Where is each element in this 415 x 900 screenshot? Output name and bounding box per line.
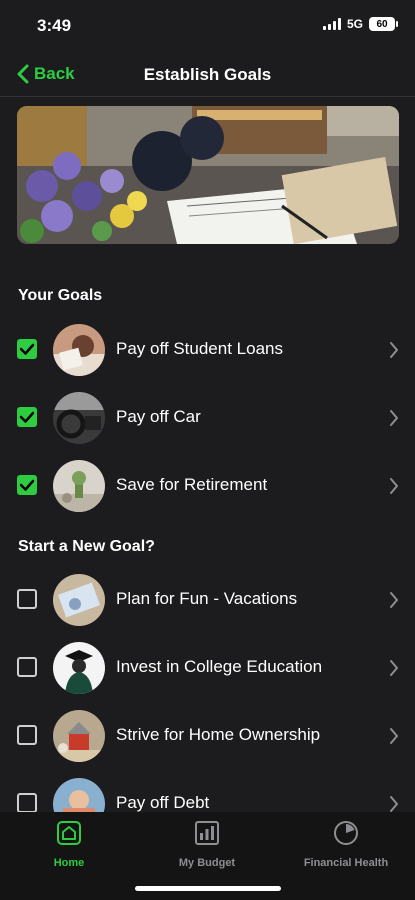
retirement-photo (53, 460, 105, 512)
financial-health-icon (334, 821, 358, 845)
checkbox-checked[interactable] (17, 475, 37, 495)
your-goals-heading: Your Goals (18, 287, 103, 304)
home-indicator[interactable] (135, 886, 281, 891)
home-icon (57, 821, 81, 845)
new-goal-heading: Start a New Goal? (18, 538, 155, 555)
nav-divider (0, 96, 415, 97)
signal-icon (322, 18, 341, 30)
hero-image (17, 106, 399, 244)
chevron-right-icon (390, 410, 398, 426)
goal-row-vacations[interactable]: Plan for Fun - Vacations (0, 570, 415, 630)
tab-label: Home (53, 857, 85, 869)
chevron-right-icon (390, 728, 398, 744)
budget-icon (195, 821, 219, 845)
tab-label: Financial Health (303, 857, 389, 869)
chevron-right-icon (390, 342, 398, 358)
status-time: 3:49 (37, 16, 72, 35)
chevron-right-icon (390, 592, 398, 608)
tab-home[interactable]: Home (0, 820, 138, 869)
checkbox-unchecked[interactable] (17, 725, 37, 745)
goal-row-college[interactable]: Invest in College Education (0, 638, 415, 698)
tab-label: My Budget (178, 857, 236, 869)
vacation-photo (53, 574, 105, 626)
status-bar: 3:49 5G 60 (0, 0, 415, 50)
goal-row-student-loans[interactable]: Pay off Student Loans (0, 320, 415, 380)
chevron-right-icon (390, 478, 398, 494)
goal-label: Pay off Car (116, 407, 201, 426)
navigation-bar: Back Establish Goals (0, 50, 415, 96)
graduation-photo (53, 642, 105, 694)
tab-financial-health[interactable]: Financial Health (277, 820, 415, 869)
house-photo (53, 710, 105, 762)
goal-label: Plan for Fun - Vacations (116, 589, 298, 608)
goal-label: Save for Retirement (116, 475, 268, 494)
student-loans-photo (53, 324, 105, 376)
battery-icon: 60 (369, 17, 398, 31)
goal-label: Invest in College Education (116, 657, 323, 676)
checkbox-unchecked[interactable] (17, 589, 37, 609)
tab-my-budget[interactable]: My Budget (138, 820, 276, 869)
chevron-right-icon (390, 660, 398, 676)
goal-label: Strive for Home Ownership (116, 725, 321, 744)
chevron-right-icon (390, 796, 398, 812)
goal-row-retirement[interactable]: Save for Retirement (0, 456, 415, 516)
checkbox-unchecked[interactable] (17, 657, 37, 677)
page-title: Establish Goals (143, 65, 272, 84)
status-indicators: 5G 60 (322, 17, 398, 31)
network-type: 5G (346, 17, 363, 31)
car-interior-photo (53, 392, 105, 444)
checkbox-checked[interactable] (17, 407, 37, 427)
goal-row-home-ownership[interactable]: Strive for Home Ownership (0, 706, 415, 766)
goal-label: Pay off Student Loans (116, 339, 283, 358)
goal-label: Pay off Debt (116, 793, 210, 812)
checkbox-unchecked[interactable] (17, 793, 37, 813)
goal-row-car[interactable]: Pay off Car (0, 388, 415, 448)
checkbox-checked[interactable] (17, 339, 37, 359)
